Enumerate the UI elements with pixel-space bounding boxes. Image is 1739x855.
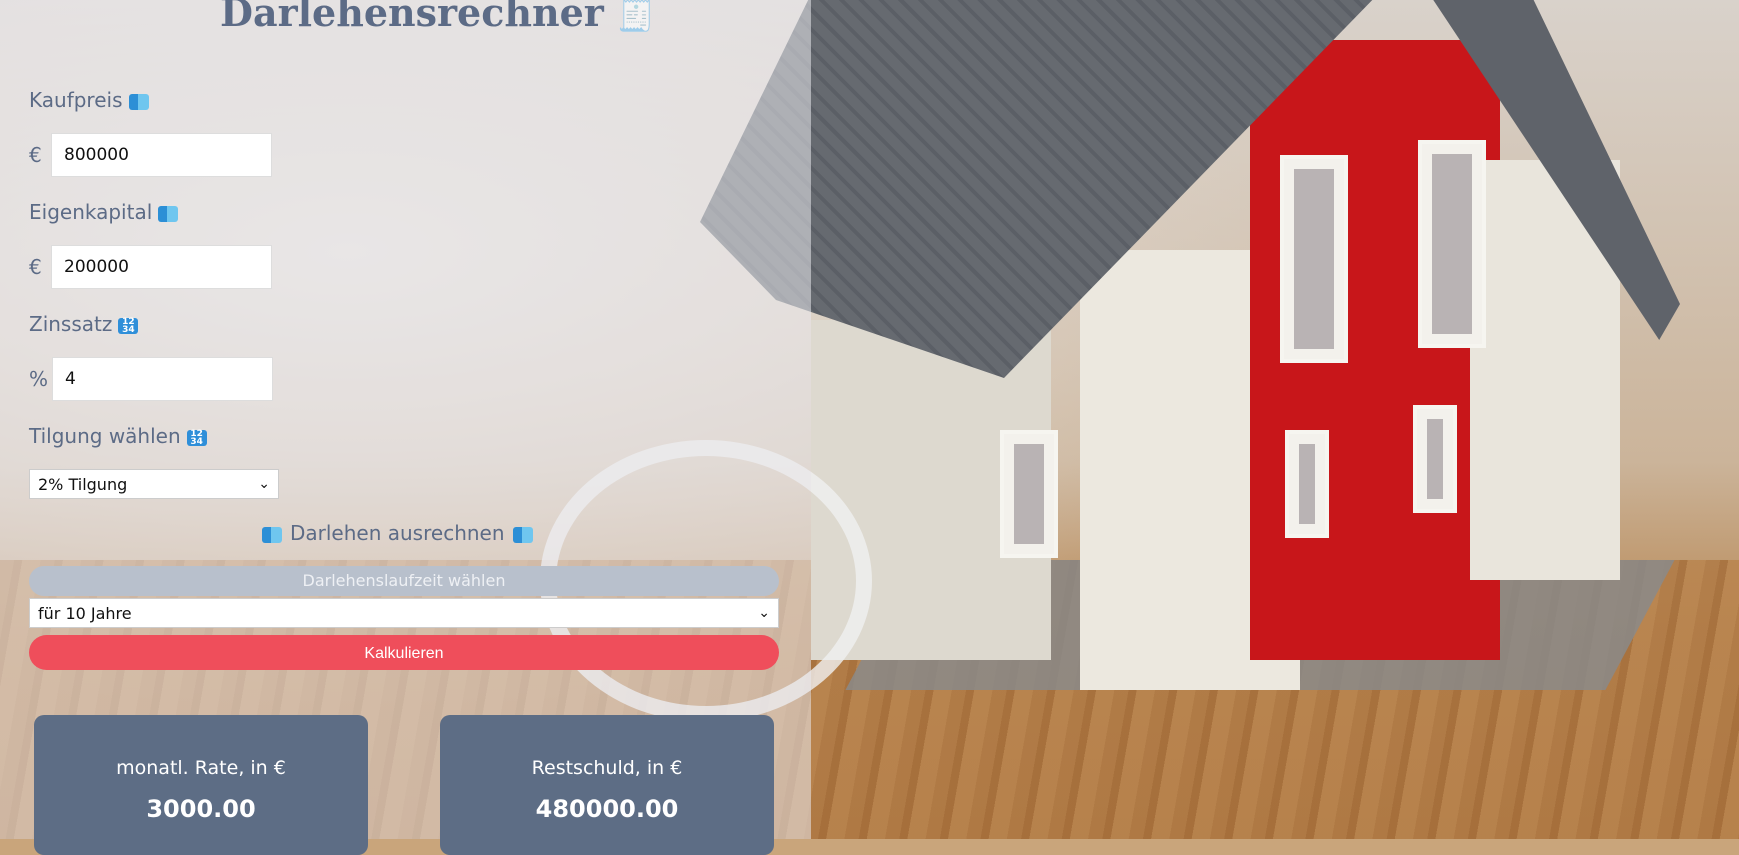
kaufpreis-label: Kaufpreis [29, 88, 149, 112]
house-window [1418, 140, 1486, 348]
money-icon [128, 93, 149, 110]
zinssatz-unit: % [29, 367, 49, 391]
duration-label: Darlehenslaufzeit wählen [29, 566, 779, 596]
chevron-down-icon: ⌄ [258, 476, 270, 492]
house-window [1413, 405, 1457, 513]
zinssatz-label: Zinssatz 12 34 [29, 312, 139, 336]
tilgung-label-text: Tilgung wählen [29, 424, 181, 448]
zinssatz-label-text: Zinssatz [29, 312, 113, 336]
restschuld-card: Restschuld, in € 480000.00 [440, 715, 774, 855]
numbers-icon: 12 34 [186, 429, 207, 446]
eigenkapital-label-text: Eigenkapital [29, 200, 153, 224]
zinssatz-input[interactable] [52, 357, 273, 401]
kaufpreis-input[interactable] [51, 133, 272, 177]
kaufpreis-unit: € [29, 143, 42, 167]
calculator-panel: Darlehensrechner 🧾 Kaufpreis € Eigenkapi… [0, 0, 811, 855]
house-window [1280, 155, 1348, 363]
calculate-button[interactable]: Kalkulieren [29, 635, 779, 670]
kaufpreis-label-text: Kaufpreis [29, 88, 123, 112]
rate-card: monatl. Rate, in € 3000.00 [34, 715, 368, 855]
money-icon [158, 205, 179, 222]
rate-caption: monatl. Rate, in € [116, 757, 286, 779]
page-title-text: Darlehensrechner [220, 0, 604, 35]
rate-value: 3000.00 [146, 795, 256, 823]
money-icon [262, 526, 282, 543]
chevron-down-icon: ⌄ [758, 605, 770, 621]
page-title: Darlehensrechner 🧾 [220, 0, 654, 35]
restschuld-caption: Restschuld, in € [531, 757, 683, 779]
eigenkapital-input[interactable] [51, 245, 272, 289]
house-window [1000, 430, 1058, 558]
eigenkapital-label: Eigenkapital [29, 200, 179, 224]
receipt-icon: 🧾 [617, 0, 655, 34]
duration-select[interactable]: für 10 Jahre ⌄ [29, 598, 779, 628]
calc-heading: Darlehen ausrechnen [262, 521, 533, 545]
eigenkapital-unit: € [29, 255, 42, 279]
tilgung-select[interactable]: 2% Tilgung ⌄ [29, 469, 279, 499]
money-icon [512, 526, 533, 543]
house-window [1285, 430, 1329, 538]
tilgung-label: Tilgung wählen 12 34 [29, 424, 207, 448]
duration-selected-value: für 10 Jahre [38, 603, 132, 623]
restschuld-value: 480000.00 [535, 795, 679, 823]
tilgung-selected-value: 2% Tilgung [38, 474, 128, 494]
calc-heading-text: Darlehen ausrechnen [290, 521, 505, 545]
numbers-icon: 12 34 [118, 317, 139, 334]
